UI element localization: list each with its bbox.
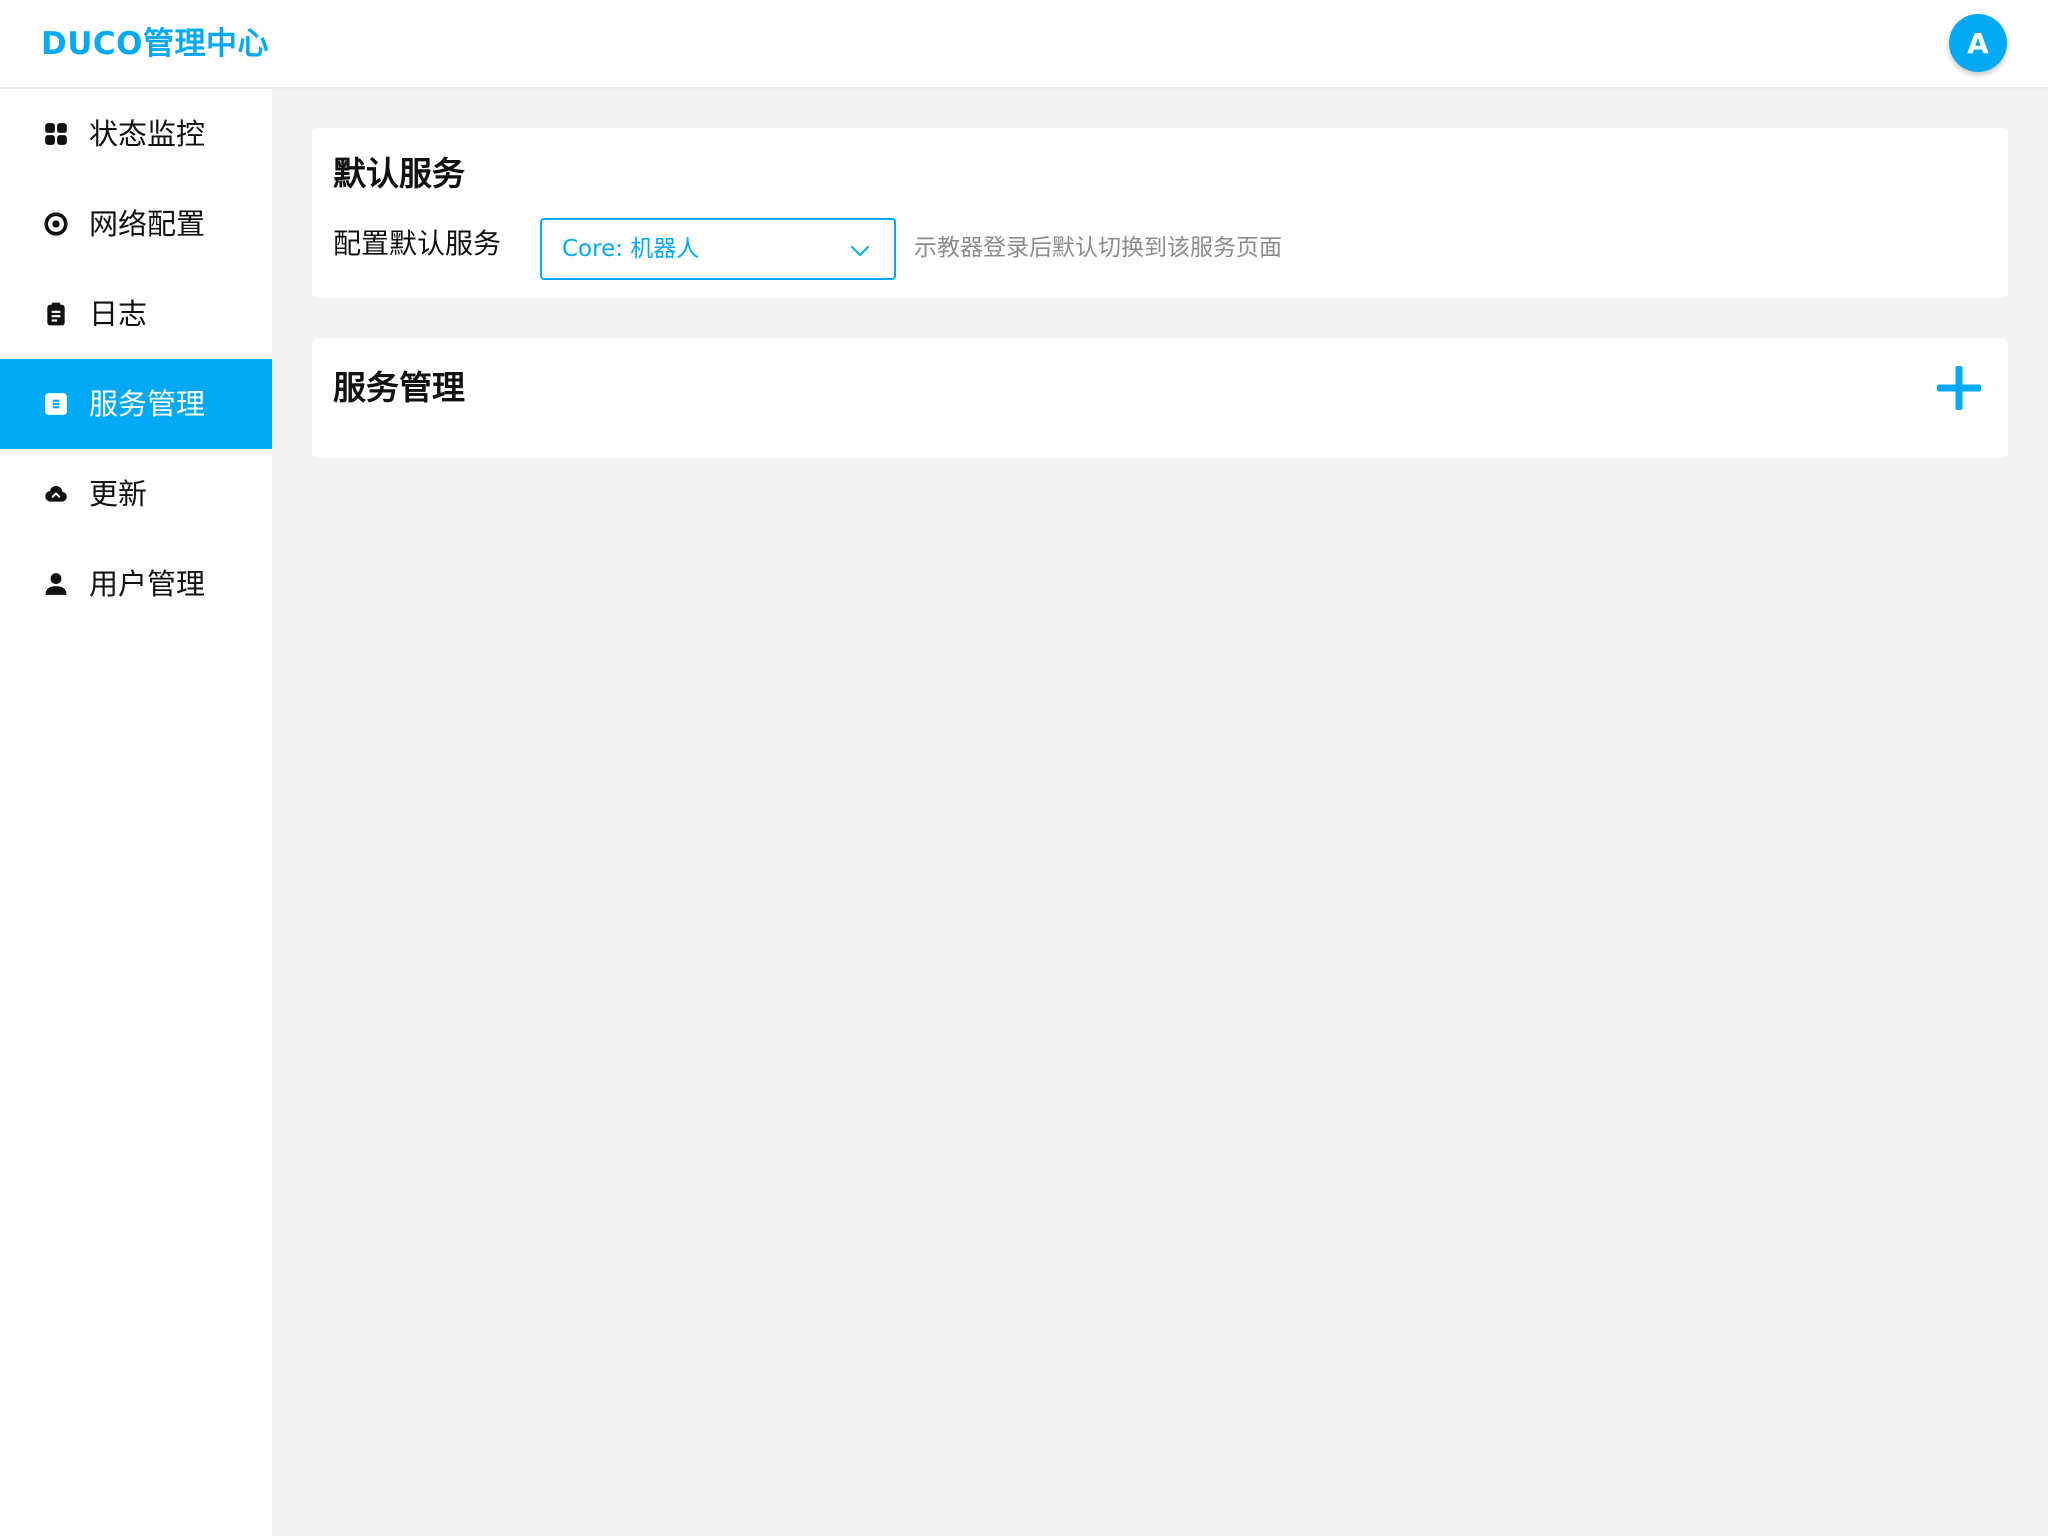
- sidebar-item-label: 状态监控: [89, 117, 206, 151]
- plus-icon: [1937, 366, 1981, 410]
- sidebar-item-label: 用户管理: [89, 567, 206, 601]
- sidebar-item-label: 更新: [89, 477, 148, 511]
- sidebar-item-status[interactable]: 状态监控: [0, 89, 272, 179]
- brand-logo[interactable]: DUCO管理中心: [41, 22, 269, 66]
- sidebar-item-label: 网络配置: [89, 207, 206, 241]
- default-service-card: 默认服务 配置默认服务 Core: 机器人 示教器登录后默认切换到该服务页面: [312, 128, 2008, 298]
- default-service-select[interactable]: Core: 机器人: [540, 218, 896, 280]
- default-service-title: 默认服务: [333, 154, 465, 193]
- sidebar-item-label: 服务管理: [89, 387, 206, 421]
- sidebar-item-label: 日志: [89, 297, 148, 331]
- service-management-card: 服务管理: [312, 338, 2008, 458]
- sidebar-item-services[interactable]: 服务管理: [0, 359, 272, 449]
- cloud-icon: [43, 481, 69, 507]
- network-icon: [43, 211, 69, 237]
- user-avatar[interactable]: A: [1949, 14, 2007, 72]
- service-management-title: 服务管理: [333, 368, 465, 407]
- sidebar-item-users[interactable]: 用户管理: [0, 539, 272, 629]
- user-icon: [43, 571, 69, 597]
- dashboard-icon: [43, 121, 69, 147]
- sidebar-item-logs[interactable]: 日志: [0, 269, 272, 359]
- default-service-label: 配置默认服务: [333, 227, 502, 260]
- sidebar: 状态监控 网络配置 日志 服务管理 更新 用户管理: [0, 89, 272, 1536]
- add-service-button[interactable]: [1934, 363, 1984, 413]
- chevron-down-icon: [851, 246, 869, 256]
- default-service-select-value: Core: 机器人: [562, 236, 700, 262]
- default-service-hint: 示教器登录后默认切换到该服务页面: [914, 235, 1282, 261]
- sidebar-item-update[interactable]: 更新: [0, 449, 272, 539]
- service-icon: [43, 391, 69, 417]
- top-bar: DUCO管理中心 A: [0, 0, 2048, 88]
- clipboard-icon: [43, 301, 69, 327]
- sidebar-item-network[interactable]: 网络配置: [0, 179, 272, 269]
